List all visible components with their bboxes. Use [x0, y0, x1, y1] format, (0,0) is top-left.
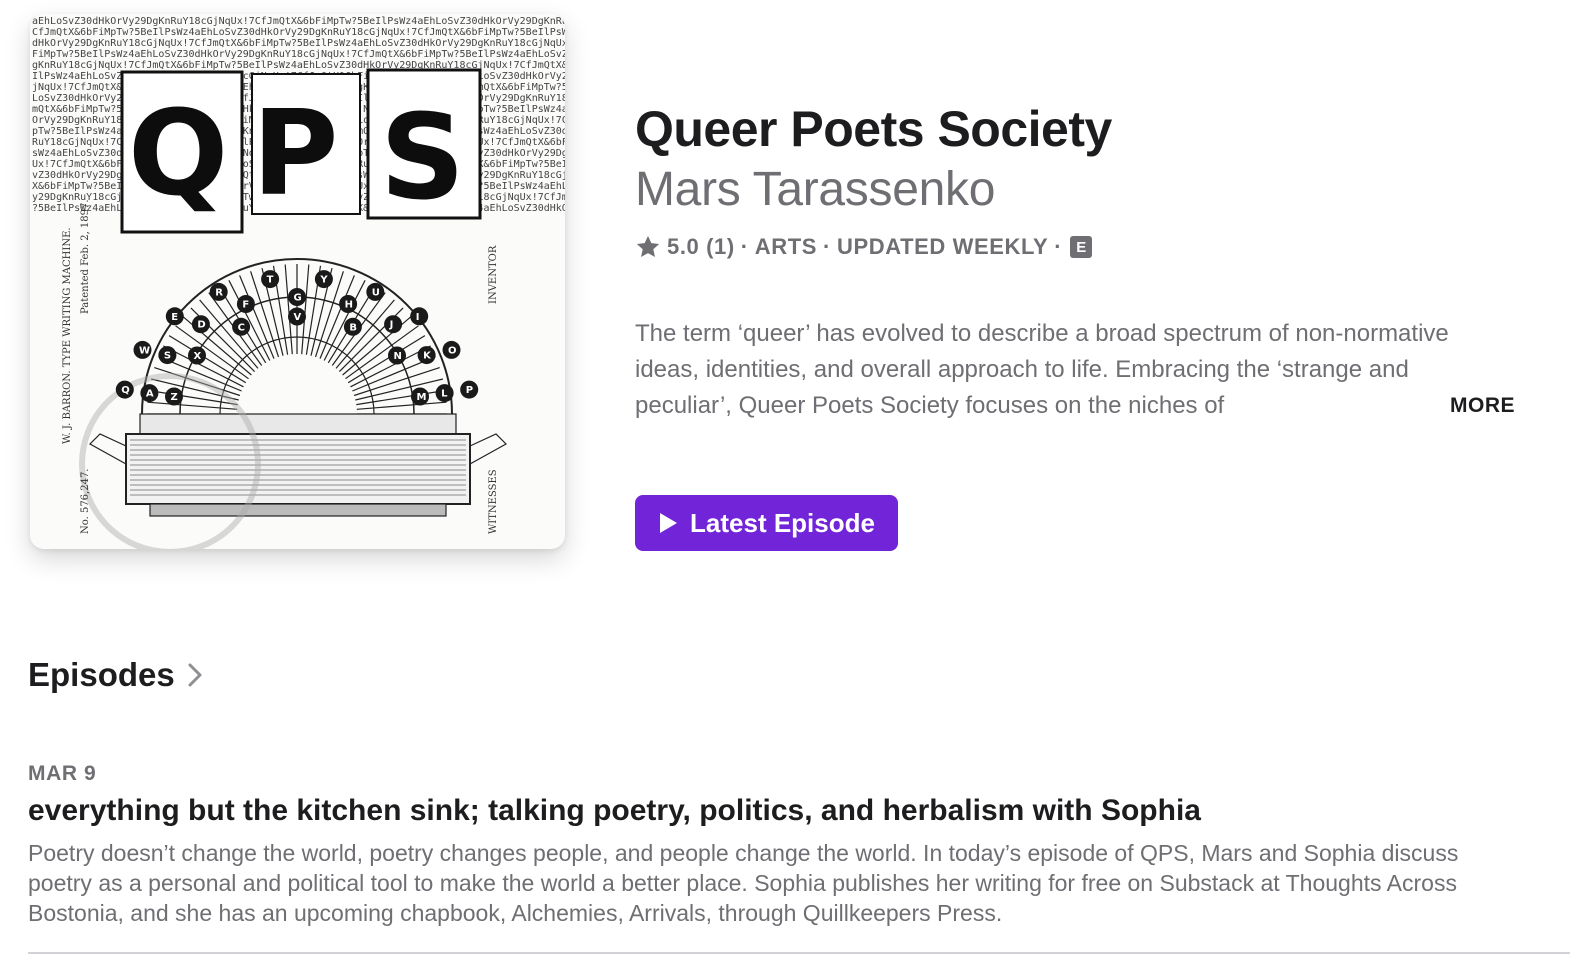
play-icon — [660, 513, 678, 533]
artwork-key-letter: T — [267, 275, 274, 286]
podcast-meta: 5.0 (1) · ARTS · UPDATED WEEKLY · E — [635, 232, 1093, 262]
category-link[interactable]: ARTS — [755, 234, 817, 260]
more-button[interactable]: MORE — [1370, 388, 1515, 424]
artwork-key-letter: E — [171, 312, 178, 323]
chevron-right-icon — [188, 663, 202, 687]
artwork-key-letter: M — [417, 392, 427, 403]
podcast-title: Queer Poets Society — [635, 101, 1112, 157]
latest-episode-button[interactable]: Latest Episode — [635, 495, 898, 551]
artwork-key-letter: Y — [319, 275, 328, 286]
artwork-key-letter: H — [345, 300, 353, 311]
artwork-letter-q: Q — [128, 84, 228, 222]
artwork-key-letter: F — [242, 300, 249, 311]
artwork-key-letter: L — [441, 389, 448, 400]
svg-text:dHkOrVy29DgKnRuY18cGjNqUx!7CfJ: dHkOrVy29DgKnRuY18cGjNqUx!7CfJmQtX&6bFiM… — [32, 38, 565, 49]
artwork-key-letter: O — [448, 345, 457, 356]
svg-text:gKnRuY18cGjNqUx!7CfJmQtX&6bFiM: gKnRuY18cGjNqUx!7CfJmQtX&6bFiMpTw?5BeIlP… — [32, 60, 565, 71]
artwork-key-letter: P — [466, 385, 473, 396]
latest-episode-label: Latest Episode — [690, 507, 875, 538]
svg-text:Patented Feb. 2, 1897.: Patented Feb. 2, 1897. — [80, 199, 91, 314]
episode-summary: Poetry doesn’t change the world, poetry … — [28, 840, 1459, 926]
artwork-key-letter: W — [139, 345, 150, 356]
episode-title[interactable]: everything but the kitchen sink; talking… — [28, 792, 1570, 830]
artwork-letter-s: S — [380, 88, 465, 226]
artwork-key-letter: U — [372, 287, 380, 298]
meta-separator: · — [740, 234, 749, 259]
rating-text: 5.0 (1) — [667, 234, 735, 259]
episode-divider — [28, 952, 1570, 954]
artwork-key-letter: D — [197, 320, 205, 331]
podcast-artwork: aEhLoSvZ30dHkOrVy29DgKnRuY18cGjNqUx!7CfJ… — [30, 14, 565, 549]
artwork-key-letter: X — [194, 351, 202, 362]
explicit-badge: E — [1070, 236, 1093, 258]
description-text: The term ‘queer’ has evolved to describe… — [635, 320, 1449, 419]
svg-text:aEhLoSvZ30dHkOrVy29DgKnRuY18cG: aEhLoSvZ30dHkOrVy29DgKnRuY18cGjNqUx!7CfJ… — [32, 16, 565, 27]
podcast-description: The term ‘queer’ has evolved to describe… — [635, 316, 1515, 424]
episodes-header-link[interactable]: Episodes — [28, 656, 203, 694]
artwork-key-letter: A — [146, 389, 154, 400]
artwork-key-letter: J — [389, 320, 394, 331]
artwork-key-letter: B — [349, 322, 357, 333]
artwork-key-letter: C — [238, 322, 245, 333]
svg-text:W. J. BARRON. TYPE WRITING MAC: W. J. BARRON. TYPE WRITING MACHINE. — [62, 227, 73, 444]
svg-text:INVENTOR: INVENTOR — [488, 245, 499, 304]
artwork-key-letter: S — [164, 351, 171, 362]
star-icon — [636, 235, 660, 257]
artwork-letter-p: P — [252, 84, 338, 222]
artwork-key-letter: V — [294, 312, 302, 323]
artwork-key-letter: G — [294, 293, 302, 304]
podcast-author[interactable]: Mars Tarassenko — [635, 162, 995, 217]
artwork-key-letter: K — [423, 351, 432, 362]
update-frequency: UPDATED WEEKLY — [836, 234, 1049, 259]
meta-separator: · — [1054, 234, 1063, 259]
artwork-key-letter: Q — [121, 385, 130, 396]
artwork-key-letter: I — [416, 312, 420, 323]
episode-date: MAR 9 — [28, 762, 97, 785]
meta-separator: · — [823, 234, 831, 259]
artwork-key-letter: R — [215, 287, 223, 298]
artwork-key-letter: N — [394, 351, 402, 362]
episodes-heading: Episodes — [28, 656, 175, 693]
svg-text:CfJmQtX&6bFiMpTw?5BeIlPsWz4aEh: CfJmQtX&6bFiMpTw?5BeIlPsWz4aEhLoSvZ30dHk… — [32, 27, 565, 38]
svg-text:WITNESSES: WITNESSES — [488, 469, 499, 534]
episode-list-item[interactable]: MAR 9 everything but the kitchen sink; t… — [28, 760, 1570, 928]
podcast-page: aEhLoSvZ30dHkOrVy29DgKnRuY18cGjNqUx!7CfJ… — [0, 0, 1570, 956]
svg-text:FiMpTw?5BeIlPsWz4aEhLoSvZ30dHk: FiMpTw?5BeIlPsWz4aEhLoSvZ30dHkOrVy29DgKn… — [32, 49, 565, 60]
artwork-key-letter: Z — [171, 392, 178, 403]
svg-text:No. 576,247.: No. 576,247. — [80, 469, 91, 534]
